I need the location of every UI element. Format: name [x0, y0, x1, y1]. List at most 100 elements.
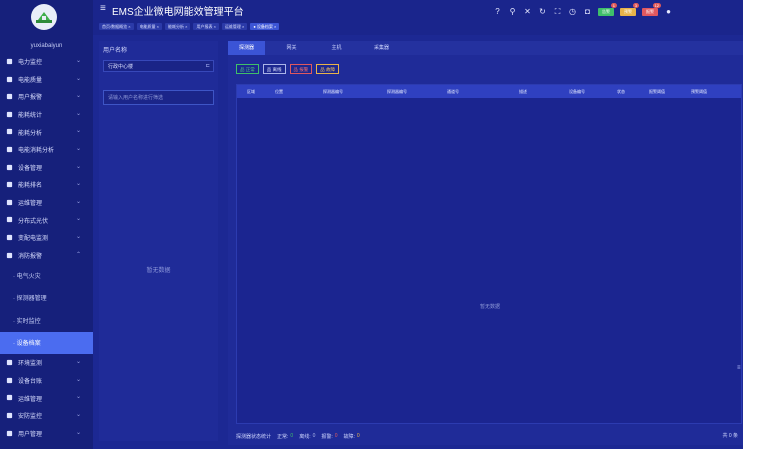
sidebar-item[interactable]: 消防报警 ⌃	[0, 247, 93, 265]
rank-icon	[6, 181, 13, 188]
breadcrumb-tab[interactable]: 首页/数据概览 ×	[99, 23, 134, 30]
sidebar-item-label: 分布式光伏	[18, 218, 49, 225]
user-tree-panel: 用户名称 行政中心楼 ⊏ 暂无数据	[99, 41, 218, 441]
consume-icon	[6, 146, 13, 153]
breadcrumb-tab[interactable]: 能耗分析 ×	[165, 23, 191, 30]
chevron-down-icon: ⌄	[76, 394, 82, 401]
sidebar-item-label: 能耗排名	[18, 183, 43, 190]
tab-2[interactable]: 主机	[318, 41, 355, 55]
user-select[interactable]: 行政中心楼 ⊏	[103, 60, 214, 72]
sidebar-item[interactable]: 用户管理 ⌄	[0, 425, 93, 443]
status-summary: 探测器状态统计 正常: 0 离线: 0 报警: 0 故障: 0 共 0 条	[236, 430, 742, 442]
scroll-handle-icon[interactable]: ≡	[737, 365, 741, 371]
breadcrumb-tab[interactable]: ● 设备档案 ×	[250, 23, 280, 30]
device-table: 区域 位置 探测器编号 探测器编号 通道号 描述 设备编号 状态 报警阈值 预警阈值 暂无数据	[236, 84, 742, 424]
column-header: 位置	[275, 89, 283, 94]
sidebar-item-label: 能耗统计	[18, 113, 43, 120]
help-icon[interactable]: ?	[493, 7, 502, 16]
sidebar-subitem[interactable]: · 电气火灾	[0, 264, 93, 287]
column-header: 描述	[519, 89, 527, 94]
substation-icon	[6, 234, 13, 241]
chevron-down-icon: ⌄	[76, 359, 82, 366]
sidebar-item[interactable]: 能耗排名 ⌄	[0, 176, 93, 194]
column-header: 探测器编号	[387, 89, 407, 94]
chevron-down-icon: ⌄	[76, 163, 82, 170]
status-filter-bar: 品 正常品 离线品 报警品 故障	[236, 64, 339, 74]
badge-count: 12	[652, 2, 661, 8]
search-icon[interactable]: ⚲	[508, 7, 517, 16]
refresh-icon[interactable]: ↻	[538, 7, 547, 16]
clock-icon[interactable]: ◷	[568, 7, 577, 16]
badge-label: 告警	[602, 8, 610, 14]
sidebar-item[interactable]: 分布式光伏 ⌄	[0, 211, 93, 229]
chevron-down-icon: ⌄	[76, 198, 82, 205]
breadcrumb-tab[interactable]: 用户报表 ×	[193, 23, 219, 30]
sidebar-item[interactable]: 环境监测 ⌄	[0, 354, 93, 372]
shirt-icon[interactable]: ◘	[583, 7, 592, 16]
empty-text: 暂无数据	[146, 268, 171, 274]
status-filter-button[interactable]: 品 报警	[289, 64, 313, 74]
column-header: 预警阈值	[691, 89, 707, 94]
user-name: yuxiabaiyun	[30, 43, 63, 49]
tab-1[interactable]: 网关	[273, 41, 310, 55]
monitor-icon	[6, 58, 13, 65]
chevron-down-icon: ⌄	[76, 411, 82, 418]
sidebar-item[interactable]: 设备管理 ⌄	[0, 159, 93, 177]
sidebar-item-label: 环境监测	[18, 361, 43, 368]
sidebar-item[interactable]: 电能消耗分析 ⌄	[0, 141, 93, 159]
tab-3[interactable]: 采集器	[363, 41, 400, 55]
alert-badge[interactable]: 告警 1	[598, 2, 617, 16]
sidebar-item[interactable]: 能耗分析 ⌄	[0, 123, 93, 141]
sidebar-item[interactable]: 安防监控 ⌄	[0, 407, 93, 425]
stat-value: 0	[356, 433, 360, 439]
stat-value: 0	[290, 433, 294, 439]
sidebar-item[interactable]: 变配电监测 ⌄	[0, 229, 93, 247]
status-filter-button[interactable]: 品 故障	[316, 64, 339, 74]
sidebar-item-label: 消防报警	[18, 253, 43, 260]
stat-label: 离线:	[299, 433, 311, 440]
sidebar-subitem[interactable]: · 实时监控	[0, 309, 93, 332]
device-icon	[6, 164, 13, 171]
stat-value: 0	[312, 433, 316, 439]
badge-label: 预警	[624, 8, 632, 14]
alert-badge[interactable]: 预警 3	[620, 2, 639, 16]
sidebar-item[interactable]: 运维管理 ⌄	[0, 194, 93, 212]
chevron-down-icon: ⌄	[76, 75, 82, 82]
sidebar-item[interactable]: 运维管理 ⌄	[0, 389, 93, 407]
tab-0[interactable]: 探测器	[228, 41, 265, 55]
status-filter-button[interactable]: 品 正常	[236, 64, 259, 74]
column-header: 报警阈值	[649, 89, 665, 94]
sidebar-item-label: 用户报警	[18, 95, 43, 102]
user-icon[interactable]: ●	[664, 7, 673, 16]
badge-label: 报警	[646, 8, 654, 14]
sidebar-subitem[interactable]: · 探测器管理	[0, 287, 93, 310]
sidebar-subitem[interactable]: · 设备档案	[0, 331, 93, 355]
sidebar-item[interactable]: 电力监控 ⌄	[0, 53, 93, 71]
sidebar-item[interactable]: 能耗统计 ⌄	[0, 106, 93, 124]
sidebar-item[interactable]: 设备台账 ⌄	[0, 372, 93, 390]
sidebar-item-label: 能耗分析	[18, 130, 43, 137]
status-filter-button[interactable]: 品 离线	[262, 64, 286, 74]
panel-heading: 用户名称	[103, 48, 128, 54]
alert-badge[interactable]: 报警 12	[642, 2, 661, 16]
chevron-down-icon: ⌄	[76, 58, 82, 64]
chevron-down-icon: ⌄	[76, 145, 82, 152]
chevron-down-icon: ⌄	[76, 93, 82, 100]
sidebar-item[interactable]: 用户报警 ⌄	[0, 88, 93, 106]
users-icon	[6, 430, 13, 437]
chevron-down-icon: ⌄	[76, 110, 82, 117]
badge-count: 3	[632, 2, 639, 8]
stat-label: 报警:	[321, 433, 333, 440]
stat-label: 正常:	[277, 433, 289, 440]
breadcrumb-tab[interactable]: 电能质量 ×	[136, 23, 163, 30]
sidebar-item[interactable]: 电能质量 ⌄	[0, 71, 93, 89]
stat-value: 0	[334, 433, 338, 439]
column-header: 设备编号	[569, 89, 585, 94]
breadcrumb-tab[interactable]: 运维管理 ×	[221, 23, 248, 30]
dropdown-icon[interactable]: ⊏	[206, 63, 210, 69]
fullscreen-icon[interactable]: ⛶	[553, 7, 562, 16]
hamburger-icon[interactable]: ≡	[100, 3, 106, 14]
mute-icon[interactable]: ✕	[523, 7, 532, 16]
filter-input[interactable]	[103, 90, 214, 105]
sidebar-item-label: 安防监控	[18, 414, 43, 421]
